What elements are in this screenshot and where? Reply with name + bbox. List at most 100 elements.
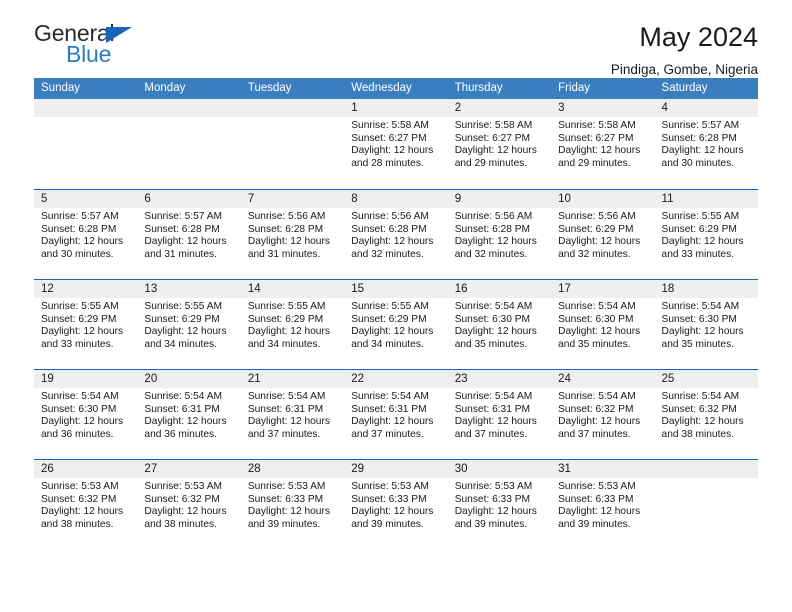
day-sun-info: Sunrise: 5:58 AM Sunset: 6:27 PM Daylight:… [448, 117, 551, 170]
daylight-text-line2: and 39 minutes. [247, 518, 321, 530]
sunrise-text: Sunrise: 5:54 AM [558, 391, 636, 402]
day-sun-info: Sunrise: 5:58 AM Sunset: 6:27 PM Daylight:… [344, 117, 447, 170]
calendar-day-cell[interactable]: 13 Sunrise: 5:55 AM Sunset: 6:29 PM Dayligh… [137, 280, 241, 369]
daylight-text-line1: Daylight: 12 hours [247, 416, 330, 428]
general-blue-logo[interactable]: General Blue [34, 22, 154, 70]
calendar-week-row: 26 Sunrise: 5:53 AM Sunset: 6:32 PM Dayligh… [34, 459, 758, 549]
day-number: 19 [34, 370, 138, 388]
day-number: 18 [654, 280, 758, 298]
sunrise-text: Sunrise: 5:57 AM [144, 211, 223, 222]
calendar-day-cell[interactable]: 8 Sunrise: 5:56 AM Sunset: 6:28 PM Daylight… [344, 190, 448, 279]
calendar-day-cell[interactable]: 18 Sunrise: 5:54 AM Sunset: 6:30 PM Dayligh… [654, 280, 758, 369]
calendar-day-cell[interactable]: 29 Sunrise: 5:53 AM Sunset: 6:33 PM Dayligh… [344, 460, 448, 549]
day-number: 10 [551, 190, 655, 208]
calendar-day-cell[interactable]: 22 Sunrise: 5:54 AM Sunset: 6:31 PM Dayligh… [344, 370, 448, 459]
calendar-day-cell[interactable]: 10 Sunrise: 5:56 AM Sunset: 6:29 PM Dayligh… [551, 190, 655, 279]
daylight-text-line2: and 36 minutes. [144, 428, 217, 440]
calendar-day-cell[interactable]: 28 Sunrise: 5:53 AM Sunset: 6:33 PM Dayligh… [240, 460, 345, 549]
calendar-day-cell[interactable]: 3 Sunrise: 5:58 AM Sunset: 6:27 PM Daylight… [551, 99, 655, 189]
day-sun-info: Sunrise: 5:53 AM Sunset: 6:32 PM Daylight:… [34, 478, 137, 531]
calendar-day-cell[interactable]: 19 Sunrise: 5:54 AM Sunset: 6:30 PM Dayligh… [34, 370, 138, 459]
sunrise-text: Sunrise: 5:54 AM [454, 391, 533, 402]
daylight-text-line1: Daylight: 12 hours [351, 236, 434, 248]
sunrise-text: Sunrise: 5:54 AM [351, 391, 429, 402]
calendar-day-cell[interactable]: 7 Sunrise: 5:56 AM Sunset: 6:28 PM Daylight… [240, 190, 345, 279]
daylight-text-line2: and 28 minutes. [351, 157, 424, 169]
daylight-text-line2: and 32 minutes. [558, 248, 631, 260]
calendar-day-cell[interactable]: 1 Sunrise: 5:58 AM Sunset: 6:27 PM Daylight… [344, 99, 448, 189]
sunrise-text: Sunrise: 5:54 AM [454, 301, 533, 312]
sunset-text: Sunset: 6:30 PM [41, 403, 117, 415]
calendar-grid: Sunday Monday Tuesday Wednesday Thursday… [34, 78, 758, 549]
calendar-day-cell[interactable]: 21 Sunrise: 5:54 AM Sunset: 6:31 PM Dayligh… [240, 370, 345, 459]
calendar-day-cell[interactable]: 11 Sunrise: 5:55 AM Sunset: 6:29 PM Dayligh… [654, 190, 758, 279]
day-number: 9 [447, 190, 552, 208]
calendar-day-cell[interactable]: 17 Sunrise: 5:54 AM Sunset: 6:30 PM Dayligh… [551, 280, 655, 369]
day-number: 3 [551, 99, 655, 117]
calendar-day-cell[interactable]: 16 Sunrise: 5:54 AM Sunset: 6:30 PM Dayligh… [447, 280, 552, 369]
calendar-day-cell[interactable]: 30 Sunrise: 5:53 AM Sunset: 6:33 PM Dayligh… [447, 460, 552, 549]
sunrise-text: Sunrise: 5:55 AM [144, 301, 223, 312]
sunset-text: Sunset: 6:28 PM [351, 223, 427, 235]
daylight-text-line1: Daylight: 12 hours [351, 145, 434, 157]
calendar-day-cell[interactable]: 25 Sunrise: 5:54 AM Sunset: 6:32 PM Dayligh… [654, 370, 758, 459]
day-number: 20 [137, 370, 241, 388]
daylight-text-line1: Daylight: 12 hours [661, 236, 744, 248]
daylight-text-line1: Daylight: 12 hours [661, 326, 744, 338]
sunset-text: Sunset: 6:29 PM [351, 313, 427, 325]
calendar-day-cell[interactable]: 4 Sunrise: 5:57 AM Sunset: 6:28 PM Daylight… [654, 99, 758, 189]
calendar-day-cell[interactable]: 20 Sunrise: 5:54 AM Sunset: 6:31 PM Dayligh… [137, 370, 241, 459]
day-sun-info: Sunrise: 5:56 AM Sunset: 6:28 PM Daylight:… [241, 208, 344, 261]
calendar-day-cell[interactable]: 5 Sunrise: 5:57 AM Sunset: 6:28 PM Daylight… [34, 190, 138, 279]
daylight-text-line1: Daylight: 12 hours [454, 236, 537, 248]
daylight-text-line1: Daylight: 12 hours [41, 326, 124, 338]
sunset-text: Sunset: 6:33 PM [558, 493, 634, 505]
day-number: 30 [447, 460, 552, 478]
day-sun-info: Sunrise: 5:54 AM Sunset: 6:30 PM Daylight:… [34, 388, 137, 441]
daylight-text-line2: and 38 minutes. [661, 428, 735, 440]
day-number: 14 [240, 280, 345, 298]
day-sun-info: Sunrise: 5:58 AM Sunset: 6:27 PM Daylight:… [551, 117, 654, 170]
daylight-text-line2: and 38 minutes. [144, 518, 217, 530]
sunset-text: Sunset: 6:28 PM [247, 223, 324, 235]
calendar-day-cell[interactable]: 14 Sunrise: 5:55 AM Sunset: 6:29 PM Dayligh… [240, 280, 345, 369]
daylight-text-line2: and 39 minutes. [454, 518, 528, 530]
day-number: 21 [240, 370, 345, 388]
daylight-text-line2: and 37 minutes. [454, 428, 528, 440]
calendar-weeks: 1 Sunrise: 5:58 AM Sunset: 6:27 PM Daylight… [34, 99, 758, 549]
daylight-text-line2: and 39 minutes. [351, 518, 424, 530]
calendar-day-cell-empty [240, 99, 345, 189]
sunset-text: Sunset: 6:28 PM [144, 223, 220, 235]
day-number: 29 [344, 460, 448, 478]
daylight-text-line2: and 31 minutes. [144, 248, 217, 260]
day-number: 26 [34, 460, 138, 478]
calendar-day-cell[interactable]: 6 Sunrise: 5:57 AM Sunset: 6:28 PM Daylight… [137, 190, 241, 279]
daylight-text-line1: Daylight: 12 hours [558, 236, 641, 248]
calendar-day-cell[interactable]: 15 Sunrise: 5:55 AM Sunset: 6:29 PM Dayligh… [344, 280, 448, 369]
calendar-week-row: 12 Sunrise: 5:55 AM Sunset: 6:29 PM Dayligh… [34, 279, 758, 369]
day-number: 11 [654, 190, 758, 208]
calendar-day-cell[interactable]: 24 Sunrise: 5:54 AM Sunset: 6:32 PM Dayligh… [551, 370, 655, 459]
sunset-text: Sunset: 6:32 PM [144, 493, 220, 505]
sunset-text: Sunset: 6:32 PM [661, 403, 737, 415]
day-number: 12 [34, 280, 138, 298]
day-number: 1 [344, 99, 448, 117]
calendar-day-cell[interactable]: 2 Sunrise: 5:58 AM Sunset: 6:27 PM Daylight… [447, 99, 552, 189]
sunrise-text: Sunrise: 5:54 AM [661, 301, 740, 312]
calendar-day-cell[interactable]: 12 Sunrise: 5:55 AM Sunset: 6:29 PM Dayligh… [34, 280, 138, 369]
calendar-day-cell[interactable]: 27 Sunrise: 5:53 AM Sunset: 6:32 PM Dayligh… [137, 460, 241, 549]
day-sun-info: Sunrise: 5:56 AM Sunset: 6:28 PM Daylight:… [448, 208, 551, 261]
day-sun-info: Sunrise: 5:54 AM Sunset: 6:31 PM Daylight:… [344, 388, 447, 441]
day-number: 6 [137, 190, 241, 208]
calendar-day-cell[interactable]: 31 Sunrise: 5:53 AM Sunset: 6:33 PM Dayligh… [551, 460, 655, 549]
sunset-text: Sunset: 6:28 PM [454, 223, 531, 235]
sunrise-text: Sunrise: 5:56 AM [558, 211, 636, 222]
calendar-day-cell[interactable]: 26 Sunrise: 5:53 AM Sunset: 6:32 PM Dayligh… [34, 460, 138, 549]
day-number: 27 [137, 460, 241, 478]
weekday-tuesday: Tuesday [247, 82, 292, 94]
calendar-day-cell[interactable]: 23 Sunrise: 5:54 AM Sunset: 6:31 PM Dayligh… [447, 370, 552, 459]
calendar-day-cell[interactable]: 9 Sunrise: 5:56 AM Sunset: 6:28 PM Daylight… [447, 190, 552, 279]
day-number: 31 [551, 460, 655, 478]
sunset-text: Sunset: 6:27 PM [558, 132, 634, 144]
calendar-page: General Blue May 2024 Pindiga, Gombe, Ni… [0, 0, 792, 612]
